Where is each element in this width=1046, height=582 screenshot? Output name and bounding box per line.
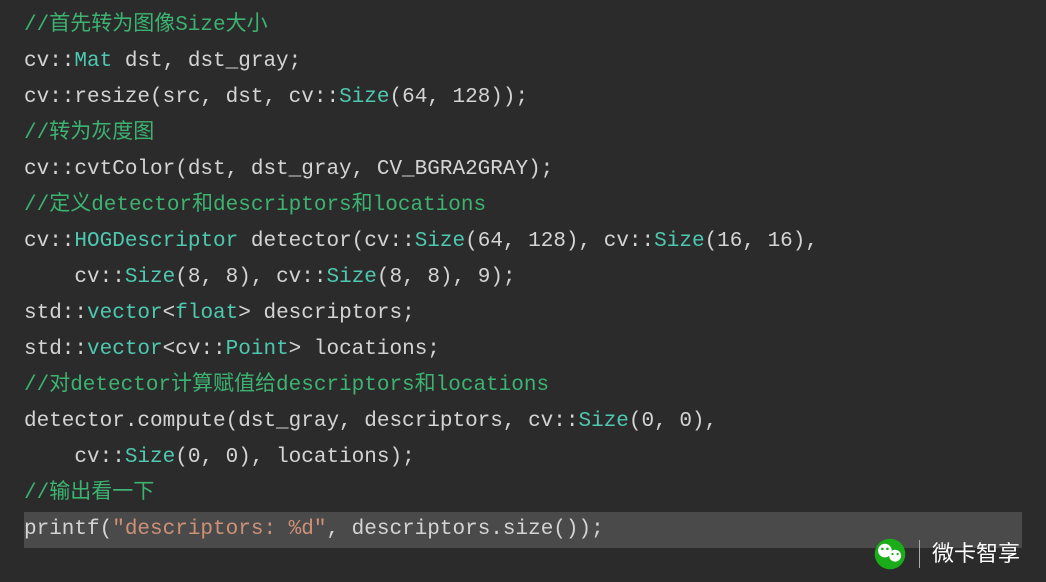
code-token: detector.compute(dst_gray, descriptors, … (24, 410, 579, 433)
code-line: detector.compute(dst_gray, descriptors, … (24, 404, 1022, 440)
code-token: cv::cvtColor(dst, dst_gray, CV_BGRA2GRAY… (24, 158, 553, 181)
code-token: (16, 16), (705, 230, 818, 253)
code-token: detector(cv:: (238, 230, 414, 253)
code-line: cv::resize(src, dst, cv::Size(64, 128)); (24, 80, 1022, 116)
code-token: (0, 0), (629, 410, 717, 433)
code-token: Size (125, 266, 175, 289)
code-token: //定义detector和descriptors和locations (24, 194, 486, 217)
code-token: Size (654, 230, 704, 253)
code-token: //首先转为图像Size大小 (24, 14, 268, 37)
code-token: vector (87, 338, 163, 361)
code-token: vector (87, 302, 163, 325)
code-token: "descriptors: %d" (112, 518, 326, 541)
code-token: //转为灰度图 (24, 122, 154, 145)
code-line: std::vector<cv::Point> locations; (24, 332, 1022, 368)
code-block: //首先转为图像Size大小cv::Mat dst, dst_gray;cv::… (0, 0, 1046, 556)
wechat-icon (873, 537, 907, 571)
watermark-label: 微卡智享 (932, 536, 1020, 572)
code-token: cv:: (24, 230, 74, 253)
code-token: cv:: (24, 446, 125, 469)
code-token: Size (326, 266, 376, 289)
code-token: (0, 0), locations); (175, 446, 414, 469)
code-token: > descriptors; (238, 302, 414, 325)
code-line: cv::cvtColor(dst, dst_gray, CV_BGRA2GRAY… (24, 152, 1022, 188)
code-line: cv::HOGDescriptor detector(cv::Size(64, … (24, 224, 1022, 260)
code-token: //对detector计算赋值给descriptors和locations (24, 374, 549, 397)
code-token: (8, 8), cv:: (175, 266, 326, 289)
code-token: float (175, 302, 238, 325)
code-token: (64, 128)); (389, 86, 528, 109)
code-line: //输出看一下 (24, 476, 1022, 512)
code-line: //转为灰度图 (24, 116, 1022, 152)
code-token: Point (226, 338, 289, 361)
code-token: std:: (24, 302, 87, 325)
code-token: printf( (24, 518, 112, 541)
code-line: cv::Size(8, 8), cv::Size(8, 8), 9); (24, 260, 1022, 296)
code-token: Size (125, 446, 175, 469)
code-token: , descriptors.size()); (326, 518, 603, 541)
code-token: Size (579, 410, 629, 433)
watermark: 微卡智享 (873, 536, 1020, 572)
code-line: //首先转为图像Size大小 (24, 8, 1022, 44)
code-line: cv::Size(0, 0), locations); (24, 440, 1022, 476)
code-token: cv:: (24, 266, 125, 289)
code-token: dst, dst_gray; (112, 50, 301, 73)
code-token: HOGDescriptor (74, 230, 238, 253)
code-token: //输出看一下 (24, 482, 154, 505)
code-token: <cv:: (163, 338, 226, 361)
code-token: (64, 128), cv:: (465, 230, 654, 253)
separator (919, 540, 920, 568)
code-token: > locations; (289, 338, 440, 361)
code-token: cv::resize(src, dst, cv:: (24, 86, 339, 109)
code-token: Mat (74, 50, 112, 73)
code-token: (8, 8), 9); (377, 266, 516, 289)
code-line: cv::Mat dst, dst_gray; (24, 44, 1022, 80)
code-line: std::vector<float> descriptors; (24, 296, 1022, 332)
code-token: Size (415, 230, 465, 253)
code-token: cv:: (24, 50, 74, 73)
code-line: //定义detector和descriptors和locations (24, 188, 1022, 224)
code-token: Size (339, 86, 389, 109)
code-line: //对detector计算赋值给descriptors和locations (24, 368, 1022, 404)
code-token: < (163, 302, 176, 325)
code-token: std:: (24, 338, 87, 361)
